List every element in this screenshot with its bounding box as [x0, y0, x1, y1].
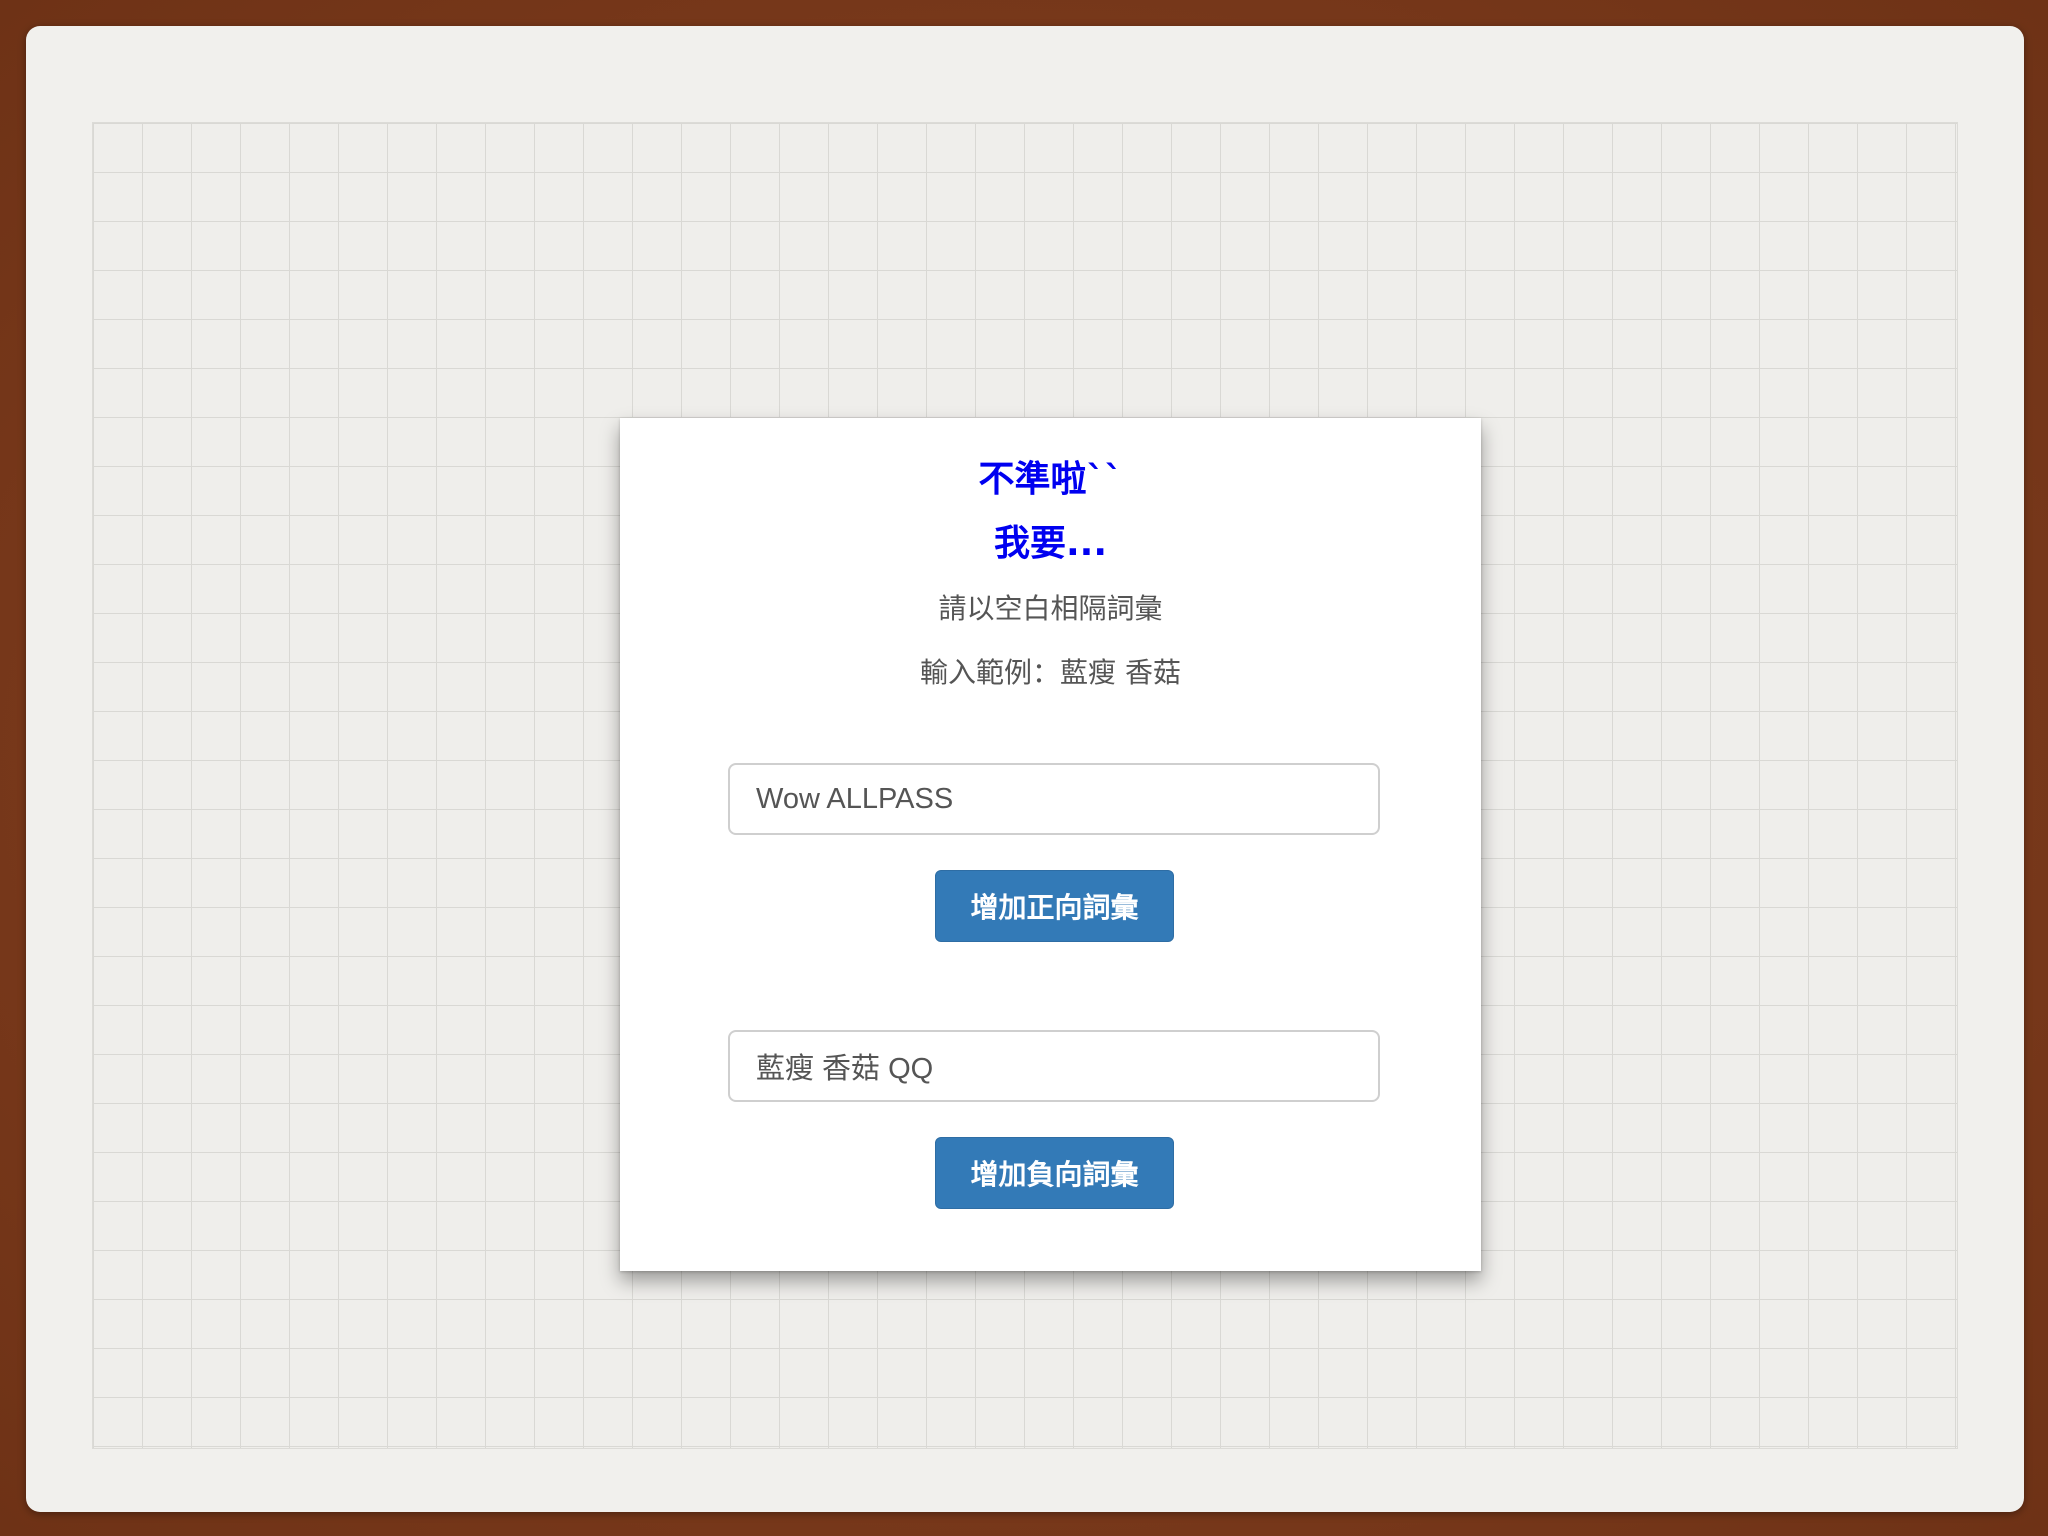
example-text: 輸入範例：藍瘦 香菇	[920, 656, 1181, 689]
card-title: 不準啦``	[978, 459, 1123, 500]
card-subtitle: 我要...	[993, 523, 1108, 564]
negative-words-input[interactable]	[728, 1030, 1380, 1102]
wood-frame: 不準啦`` 我要... 請以空白相隔詞彙 輸入範例：藍瘦 香菇 增加正向詞彙 增…	[0, 0, 2048, 1536]
positive-words-input[interactable]	[728, 763, 1380, 835]
word-form-card: 不準啦`` 我要... 請以空白相隔詞彙 輸入範例：藍瘦 香菇 增加正向詞彙 增…	[620, 418, 1481, 1271]
paper-background: 不準啦`` 我要... 請以空白相隔詞彙 輸入範例：藍瘦 香菇 增加正向詞彙 增…	[26, 26, 2024, 1512]
instruction-text: 請以空白相隔詞彙	[938, 592, 1163, 625]
add-positive-words-button[interactable]: 增加正向詞彙	[935, 870, 1174, 942]
add-negative-words-button[interactable]: 增加負向詞彙	[935, 1137, 1174, 1209]
